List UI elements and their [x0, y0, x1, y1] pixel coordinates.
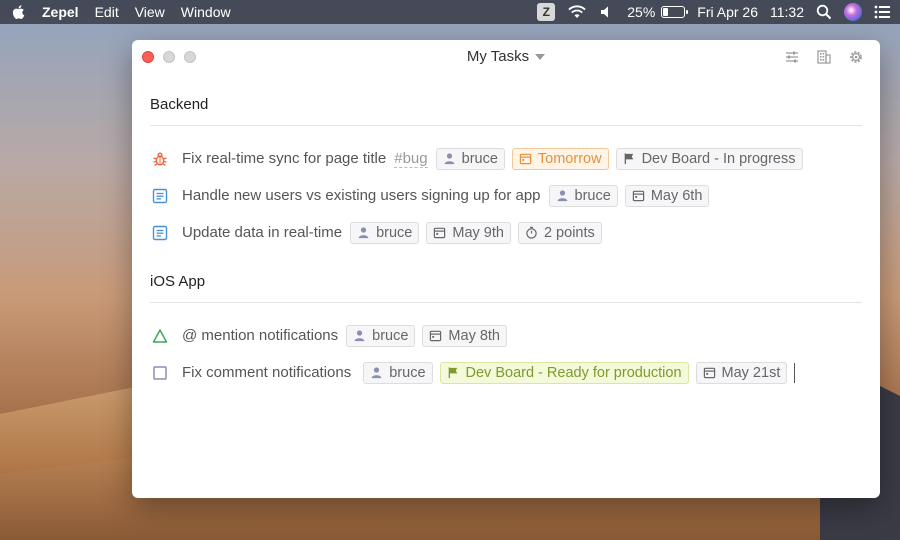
- section-title: Backend: [150, 96, 862, 126]
- due-date-tag[interactable]: May 21st: [695, 361, 788, 384]
- flag-icon: [624, 153, 633, 165]
- spotlight-search-icon[interactable]: [816, 4, 832, 20]
- task-title[interactable]: @ mention notifications: [182, 327, 338, 344]
- story-points-tag[interactable]: 2 points: [517, 221, 602, 244]
- battery-percent: 25%: [627, 4, 656, 20]
- section-backend: Backend Fix real-time sync for page titl…: [150, 96, 862, 251]
- due-date-tag[interactable]: May 8th: [422, 324, 508, 347]
- apple-icon[interactable]: [10, 3, 28, 21]
- calendar-icon: [632, 190, 645, 202]
- assignee-tag[interactable]: bruce: [350, 221, 420, 244]
- due-date-label: May 9th: [452, 224, 504, 241]
- due-date-label: May 6th: [650, 187, 703, 204]
- menu-bar: Zepel Edit View Window Z 25% Fri Apr 26 …: [0, 0, 900, 24]
- board-status-label: Dev Board - In progress: [641, 150, 796, 167]
- assignee-name: bruce: [376, 224, 413, 241]
- task-checkbox-icon[interactable]: [152, 365, 168, 381]
- my-tasks-window: My Tasks Backend Fix real-time sync for …: [132, 40, 880, 498]
- story-points-label: 2 points: [543, 224, 595, 241]
- assignee-tag[interactable]: bruce: [346, 324, 416, 347]
- window-toolbar: [784, 49, 864, 65]
- clock-time[interactable]: 11:32: [770, 4, 804, 20]
- assignee-name: bruce: [574, 187, 611, 204]
- filter-settings-icon[interactable]: [784, 49, 800, 65]
- task-row[interactable]: Handle new users vs existing users signi…: [150, 177, 862, 214]
- menu-app-name[interactable]: Zepel: [42, 4, 79, 20]
- menu-edit[interactable]: Edit: [95, 4, 119, 20]
- user-icon: [444, 153, 454, 165]
- board-status-tag[interactable]: Dev Board - Ready for production: [439, 361, 689, 384]
- assignee-name: bruce: [461, 150, 498, 167]
- due-date-tag[interactable]: Tomorrow: [511, 147, 609, 170]
- task-title[interactable]: Handle new users vs existing users signi…: [182, 187, 541, 204]
- workspace-building-icon[interactable]: [816, 49, 832, 65]
- user-icon: [354, 330, 365, 342]
- gear-icon[interactable]: [848, 49, 864, 65]
- calendar-icon: [430, 330, 442, 342]
- bug-icon[interactable]: [152, 151, 168, 167]
- zepel-status-icon[interactable]: Z: [537, 3, 556, 21]
- assignee-name: bruce: [389, 364, 426, 381]
- user-icon: [358, 227, 369, 239]
- window-titlebar[interactable]: My Tasks: [132, 40, 880, 74]
- calendar-icon: [434, 227, 446, 239]
- window-title: My Tasks: [466, 48, 530, 65]
- calendar-icon: [703, 367, 715, 379]
- board-status-label: Dev Board - Ready for production: [465, 364, 682, 381]
- due-date-tag[interactable]: May 6th: [624, 184, 710, 207]
- task-row[interactable]: Fix comment notifications bruce Dev Boar…: [150, 354, 862, 391]
- task-row[interactable]: @ mention notifications bruce May 8th: [150, 317, 862, 354]
- hashtag-link[interactable]: #bug: [394, 150, 428, 168]
- story-document-icon[interactable]: [152, 225, 168, 241]
- section-title: iOS App: [150, 273, 862, 303]
- wifi-icon[interactable]: [567, 4, 587, 20]
- due-date-label: May 8th: [448, 327, 501, 344]
- menu-view[interactable]: View: [135, 4, 165, 20]
- battery-level-fill: [663, 8, 669, 16]
- notification-center-icon[interactable]: [874, 5, 890, 19]
- menu-window[interactable]: Window: [181, 4, 231, 20]
- task-list: Backend Fix real-time sync for page titl…: [132, 74, 880, 391]
- due-date-tag[interactable]: May 9th: [426, 221, 511, 244]
- assignee-tag[interactable]: bruce: [363, 361, 433, 384]
- feature-triangle-icon[interactable]: [152, 328, 168, 344]
- task-row[interactable]: Update data in real-time bruce May 9th 2…: [150, 214, 862, 251]
- story-document-icon[interactable]: [152, 188, 168, 204]
- stopwatch-icon: [526, 226, 537, 239]
- user-icon: [371, 367, 382, 379]
- text-cursor: [794, 362, 796, 383]
- assignee-tag[interactable]: bruce: [435, 147, 505, 170]
- chevron-down-icon: [535, 54, 546, 61]
- task-title[interactable]: Fix comment notifications: [182, 364, 351, 381]
- assignee-name: bruce: [372, 327, 409, 344]
- task-row[interactable]: Fix real-time sync for page title #bug b…: [150, 140, 862, 177]
- due-date-label: Tomorrow: [537, 150, 602, 167]
- battery-indicator[interactable]: 25%: [627, 4, 689, 20]
- siri-icon[interactable]: [844, 3, 862, 21]
- clock-date[interactable]: Fri Apr 26: [697, 4, 758, 20]
- task-view-switcher[interactable]: My Tasks: [132, 48, 880, 65]
- due-date-label: May 21st: [721, 364, 781, 381]
- user-icon: [557, 190, 567, 202]
- flag-icon: [448, 367, 457, 379]
- assignee-tag[interactable]: bruce: [548, 184, 618, 207]
- section-ios-app: iOS App @ mention notifications bruce Ma…: [150, 273, 862, 391]
- battery-icon: [661, 6, 689, 18]
- board-status-tag[interactable]: Dev Board - In progress: [615, 147, 803, 170]
- task-title[interactable]: Fix real-time sync for page title: [182, 150, 386, 167]
- calendar-icon: [519, 153, 532, 165]
- volume-icon[interactable]: [599, 4, 615, 20]
- task-title[interactable]: Update data in real-time: [182, 224, 342, 241]
